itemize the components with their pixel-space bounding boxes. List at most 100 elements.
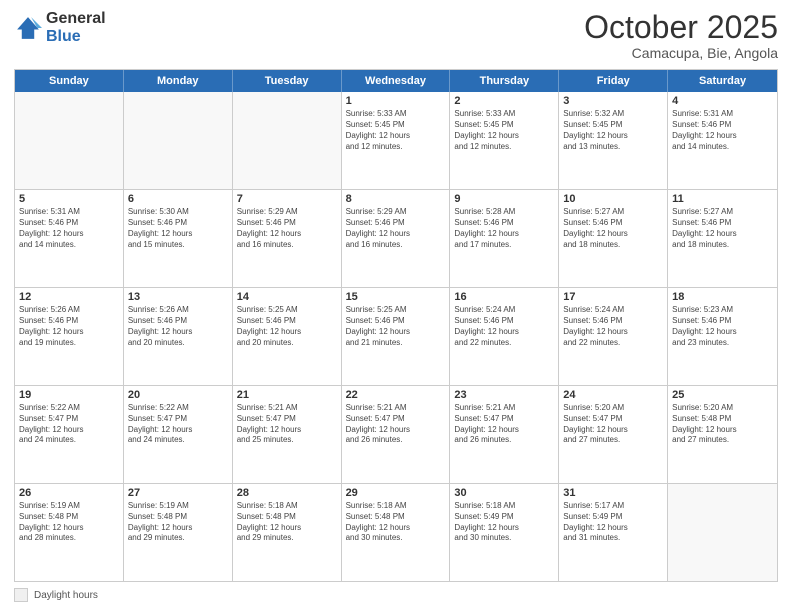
calendar-cell: 2Sunrise: 5:33 AM Sunset: 5:45 PM Daylig… bbox=[450, 92, 559, 189]
calendar-cell: 20 Sunrise: 5:22 AM Sunset: 5:47 PM Dayli… bbox=[124, 386, 233, 483]
calendar-cell bbox=[15, 92, 124, 189]
calendar-cell: 15 Sunrise: 5:25 AM Sunset: 5:46 PM Dayli… bbox=[342, 288, 451, 385]
day-number: 7 bbox=[237, 193, 337, 205]
calendar-cell: 25 Sunrise: 5:20 AM Sunset: 5:48 PM Dayli… bbox=[668, 386, 777, 483]
day-info: Sunrise: 5:31 AM Sunset: 5:46 PM Dayligh… bbox=[19, 207, 119, 250]
day-info: Sunrise: 5:29 AM Sunset: 5:46 PM Dayligh… bbox=[237, 207, 337, 250]
title-block: October 2025 Camacupa, Bie, Angola bbox=[584, 10, 778, 61]
day-number: 14 bbox=[237, 291, 337, 303]
day-info: Sunrise: 5:33 AM Sunset: 5:45 PM Dayligh… bbox=[346, 109, 446, 152]
day-info: Sunrise: 5:18 AM Sunset: 5:48 PM Dayligh… bbox=[237, 501, 337, 544]
day-info: Sunrise: 5:21 AM Sunset: 5:47 PM Dayligh… bbox=[237, 403, 337, 446]
calendar-cell: 9 Sunrise: 5:28 AM Sunset: 5:46 PM Daylig… bbox=[450, 190, 559, 287]
day-number: 18 bbox=[672, 291, 773, 303]
day-info: Sunrise: 5:21 AM Sunset: 5:47 PM Dayligh… bbox=[454, 403, 554, 446]
day-info: Sunrise: 5:18 AM Sunset: 5:49 PM Dayligh… bbox=[454, 501, 554, 544]
calendar-row: 5 Sunrise: 5:31 AM Sunset: 5:46 PM Daylig… bbox=[15, 190, 777, 288]
day-number: 3 bbox=[563, 95, 663, 107]
weekday-header: Tuesday bbox=[233, 70, 342, 92]
day-number: 31 bbox=[563, 487, 663, 499]
calendar-cell: 1 Sunrise: 5:33 AM Sunset: 5:45 PM Daylig… bbox=[342, 92, 451, 189]
day-number: 11 bbox=[672, 193, 773, 205]
logo: General Blue bbox=[14, 10, 106, 45]
day-number: 9 bbox=[454, 193, 554, 205]
calendar-cell: 5 Sunrise: 5:31 AM Sunset: 5:46 PM Daylig… bbox=[15, 190, 124, 287]
day-number: 25 bbox=[672, 389, 773, 401]
calendar-cell: 3 Sunrise: 5:32 AM Sunset: 5:45 PM Daylig… bbox=[559, 92, 668, 189]
day-number: 12 bbox=[19, 291, 119, 303]
weekday-header: Thursday bbox=[450, 70, 559, 92]
calendar-cell bbox=[233, 92, 342, 189]
logo-icon bbox=[14, 14, 42, 42]
calendar-row: 19Sunrise: 5:22 AM Sunset: 5:47 PM Dayli… bbox=[15, 386, 777, 484]
day-info: Sunrise: 5:22 AM Sunset: 5:47 PM Dayligh… bbox=[19, 403, 119, 446]
day-number: 20 bbox=[128, 389, 228, 401]
logo-general-text: General bbox=[46, 10, 106, 28]
legend-label: Daylight hours bbox=[34, 590, 98, 601]
day-info: Sunrise: 5:24 AM Sunset: 5:46 PM Dayligh… bbox=[454, 305, 554, 348]
day-info: Sunrise: 5:19 AM Sunset: 5:48 PM Dayligh… bbox=[128, 501, 228, 544]
day-info: Sunrise: 5:20 AM Sunset: 5:48 PM Dayligh… bbox=[672, 403, 773, 446]
day-number: 10 bbox=[563, 193, 663, 205]
calendar-cell: 16 Sunrise: 5:24 AM Sunset: 5:46 PM Dayli… bbox=[450, 288, 559, 385]
day-info: Sunrise: 5:17 AM Sunset: 5:49 PM Dayligh… bbox=[563, 501, 663, 544]
day-info: Sunrise: 5:24 AM Sunset: 5:46 PM Dayligh… bbox=[563, 305, 663, 348]
legend: Daylight hours bbox=[14, 588, 778, 602]
logo-blue-text: Blue bbox=[46, 28, 106, 46]
day-number: 8 bbox=[346, 193, 446, 205]
header: General Blue October 2025 Camacupa, Bie,… bbox=[14, 10, 778, 61]
day-info: Sunrise: 5:27 AM Sunset: 5:46 PM Dayligh… bbox=[672, 207, 773, 250]
calendar-cell: 29 Sunrise: 5:18 AM Sunset: 5:48 PM Dayli… bbox=[342, 484, 451, 581]
day-number: 27 bbox=[128, 487, 228, 499]
weekday-header: Wednesday bbox=[342, 70, 451, 92]
day-info: Sunrise: 5:26 AM Sunset: 5:46 PM Dayligh… bbox=[19, 305, 119, 348]
calendar-cell: 14 Sunrise: 5:25 AM Sunset: 5:46 PM Dayli… bbox=[233, 288, 342, 385]
calendar-row: 26 Sunrise: 5:19 AM Sunset: 5:48 PM Dayli… bbox=[15, 484, 777, 581]
day-info: Sunrise: 5:33 AM Sunset: 5:45 PM Dayligh… bbox=[454, 109, 554, 152]
calendar-cell: 12 Sunrise: 5:26 AM Sunset: 5:46 PM Dayli… bbox=[15, 288, 124, 385]
day-number: 23 bbox=[454, 389, 554, 401]
day-info: Sunrise: 5:18 AM Sunset: 5:48 PM Dayligh… bbox=[346, 501, 446, 544]
day-number: 26 bbox=[19, 487, 119, 499]
day-info: Sunrise: 5:31 AM Sunset: 5:46 PM Dayligh… bbox=[672, 109, 773, 152]
day-number: 5 bbox=[19, 193, 119, 205]
day-number: 30 bbox=[454, 487, 554, 499]
calendar: SundayMondayTuesdayWednesdayThursdayFrid… bbox=[14, 69, 778, 582]
calendar-cell: 10Sunrise: 5:27 AM Sunset: 5:46 PM Dayli… bbox=[559, 190, 668, 287]
calendar-cell: 26Sunrise: 5:19 AM Sunset: 5:48 PM Dayli… bbox=[15, 484, 124, 581]
day-number: 29 bbox=[346, 487, 446, 499]
day-number: 15 bbox=[346, 291, 446, 303]
day-number: 17 bbox=[563, 291, 663, 303]
calendar-cell: 19Sunrise: 5:22 AM Sunset: 5:47 PM Dayli… bbox=[15, 386, 124, 483]
calendar-row: 12 Sunrise: 5:26 AM Sunset: 5:46 PM Dayli… bbox=[15, 288, 777, 386]
weekday-header: Saturday bbox=[668, 70, 777, 92]
day-info: Sunrise: 5:30 AM Sunset: 5:46 PM Dayligh… bbox=[128, 207, 228, 250]
calendar-cell: 8 Sunrise: 5:29 AM Sunset: 5:46 PM Daylig… bbox=[342, 190, 451, 287]
weekday-header: Sunday bbox=[15, 70, 124, 92]
calendar-cell: 18Sunrise: 5:23 AM Sunset: 5:46 PM Dayli… bbox=[668, 288, 777, 385]
day-number: 22 bbox=[346, 389, 446, 401]
day-info: Sunrise: 5:22 AM Sunset: 5:47 PM Dayligh… bbox=[128, 403, 228, 446]
day-info: Sunrise: 5:29 AM Sunset: 5:46 PM Dayligh… bbox=[346, 207, 446, 250]
day-info: Sunrise: 5:28 AM Sunset: 5:46 PM Dayligh… bbox=[454, 207, 554, 250]
calendar-cell: 17 Sunrise: 5:24 AM Sunset: 5:46 PM Dayli… bbox=[559, 288, 668, 385]
weekday-header: Friday bbox=[559, 70, 668, 92]
day-info: Sunrise: 5:25 AM Sunset: 5:46 PM Dayligh… bbox=[237, 305, 337, 348]
logo-text: General Blue bbox=[46, 10, 106, 45]
day-number: 16 bbox=[454, 291, 554, 303]
day-info: Sunrise: 5:32 AM Sunset: 5:45 PM Dayligh… bbox=[563, 109, 663, 152]
calendar-cell: 21 Sunrise: 5:21 AM Sunset: 5:47 PM Dayli… bbox=[233, 386, 342, 483]
day-number: 13 bbox=[128, 291, 228, 303]
day-number: 1 bbox=[346, 95, 446, 107]
month-title: October 2025 bbox=[584, 10, 778, 45]
calendar-cell: 27 Sunrise: 5:19 AM Sunset: 5:48 PM Dayli… bbox=[124, 484, 233, 581]
day-info: Sunrise: 5:25 AM Sunset: 5:46 PM Dayligh… bbox=[346, 305, 446, 348]
day-number: 21 bbox=[237, 389, 337, 401]
page: General Blue October 2025 Camacupa, Bie,… bbox=[0, 0, 792, 612]
day-info: Sunrise: 5:21 AM Sunset: 5:47 PM Dayligh… bbox=[346, 403, 446, 446]
day-info: Sunrise: 5:26 AM Sunset: 5:46 PM Dayligh… bbox=[128, 305, 228, 348]
day-number: 4 bbox=[672, 95, 773, 107]
calendar-header: SundayMondayTuesdayWednesdayThursdayFrid… bbox=[15, 70, 777, 92]
calendar-cell: 24Sunrise: 5:20 AM Sunset: 5:47 PM Dayli… bbox=[559, 386, 668, 483]
calendar-cell: 6Sunrise: 5:30 AM Sunset: 5:46 PM Daylig… bbox=[124, 190, 233, 287]
